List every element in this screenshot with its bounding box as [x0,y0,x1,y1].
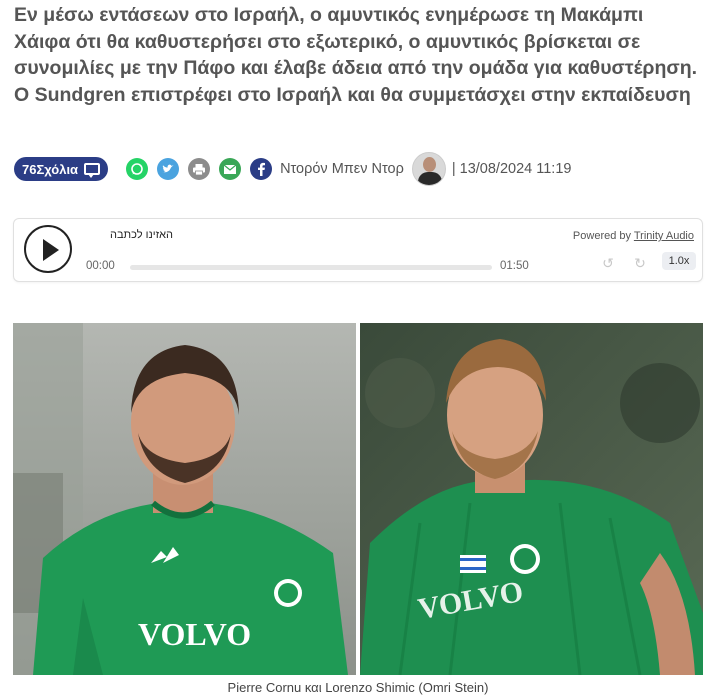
publish-date: | 13/08/2024 11:19 [451,161,572,177]
photo-player-right: VOLVO [360,323,703,675]
audio-player: האזינו לכתבה 00:00 01:50 Powered by Trin… [13,218,703,282]
progress-track[interactable] [130,265,492,270]
rewind-10-icon[interactable]: ↺ [600,255,616,271]
trinity-audio-link[interactable]: Trinity Audio [634,230,694,242]
powered-by: Powered by Trinity Audio [573,230,694,242]
listen-label: האזינו לכתבה [110,229,174,241]
article-headline: Εν μέσω εντάσεων στο Ισραήλ, ο αμυντικός… [14,4,698,106]
play-button[interactable] [24,225,72,273]
comments-label: 76Σχόλια [22,161,79,177]
photo-player-left: VOLVO [13,323,356,675]
jersey-sponsor-left: VOLVO [138,616,251,652]
email-icon[interactable] [219,158,242,180]
forward-10-icon[interactable]: ↻ [632,255,648,271]
comments-button[interactable]: 76Σχόλια [14,157,109,181]
comment-bubble-icon [84,163,101,178]
article-meta-bar: 76Σχόλια Ντορόν Μπεν Ντορ | 13/08/2024 1… [14,152,704,186]
current-time: 00:00 [86,260,115,272]
author-avatar[interactable] [411,152,446,186]
print-icon[interactable] [188,158,211,180]
facebook-icon[interactable] [250,158,273,180]
photo-caption: Pierre Cornu και Lorenzo Shimic (Omri St… [227,680,489,695]
author-name[interactable]: Ντορόν Μπεν Ντορ [280,161,404,177]
whatsapp-icon[interactable] [126,158,149,180]
powered-by-label: Powered by [572,230,632,242]
total-time: 01:50 [500,260,529,272]
twitter-icon[interactable] [157,158,180,180]
speed-button[interactable]: 1.0x [662,252,696,270]
